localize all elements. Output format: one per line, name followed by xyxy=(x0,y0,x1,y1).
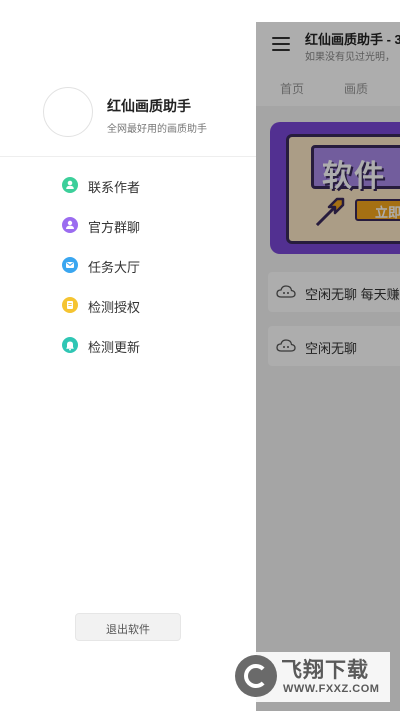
menu-item-check-update[interactable]: 检测更新 xyxy=(58,332,228,358)
drawer-app-name: 红仙画质助手 xyxy=(107,98,191,114)
drawer-scrim[interactable] xyxy=(256,22,400,711)
watermark-logo-icon xyxy=(235,655,277,697)
menu-item-label: 检测授权 xyxy=(88,300,141,315)
watermark: 飞翔下载 WWW.FXXZ.COM xyxy=(233,652,390,702)
menu-item-label: 任务大厅 xyxy=(88,260,141,275)
group-icon xyxy=(62,217,78,233)
bell-icon xyxy=(62,337,78,353)
watermark-url: WWW.FXXZ.COM xyxy=(283,683,380,695)
document-icon xyxy=(62,297,78,313)
drawer-tagline: 全网最好用的画质助手 xyxy=(107,124,207,135)
status-bar xyxy=(256,0,400,22)
navigation-drawer: 红仙画质助手 全网最好用的画质助手 联系作者 官方群聊 任务大厅 检测授权 检测… xyxy=(0,0,256,711)
menu-item-official-group[interactable]: 官方群聊 xyxy=(58,212,228,238)
menu-item-label: 检测更新 xyxy=(88,340,141,355)
menu-item-label: 联系作者 xyxy=(88,180,141,195)
person-icon xyxy=(62,177,78,193)
menu-item-contact-author[interactable]: 联系作者 xyxy=(58,172,228,198)
menu-item-task-hall[interactable]: 任务大厅 xyxy=(58,252,228,278)
avatar[interactable] xyxy=(43,87,93,137)
watermark-brand: 飞翔下载 xyxy=(281,659,369,682)
menu-item-check-authorization[interactable]: 检测授权 xyxy=(58,292,228,318)
mail-icon xyxy=(62,257,78,273)
exit-app-button[interactable]: 退出软件 xyxy=(75,613,181,641)
menu-item-label: 官方群聊 xyxy=(88,220,141,235)
divider xyxy=(0,156,256,157)
exit-app-label: 退出软件 xyxy=(106,624,150,636)
